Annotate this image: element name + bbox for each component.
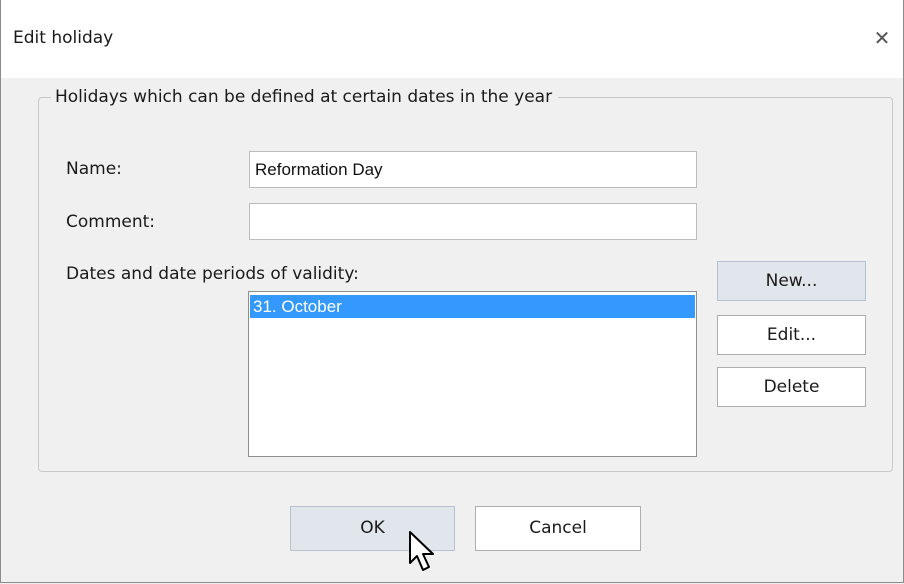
delete-button[interactable]: Delete	[717, 367, 866, 407]
comment-label: Comment:	[66, 212, 156, 232]
cancel-button[interactable]: Cancel	[475, 506, 641, 551]
groupbox-legend: Holidays which can be defined at certain…	[51, 87, 559, 107]
edit-button[interactable]: Edit...	[717, 315, 866, 355]
title-bar: Edit holiday ✕	[1, 0, 903, 78]
dialog-title: Edit holiday	[13, 28, 114, 48]
edit-holiday-dialog: Edit holiday ✕ Holidays which can be def…	[0, 0, 904, 583]
close-icon: ✕	[873, 26, 891, 50]
name-input[interactable]: Reformation Day	[249, 151, 697, 188]
mouse-pointer-icon	[409, 531, 434, 571]
list-item[interactable]: 31. October	[250, 295, 695, 318]
dates-label: Dates and date periods of validity:	[66, 264, 359, 284]
close-button[interactable]: ✕	[867, 24, 897, 54]
new-button[interactable]: New...	[717, 261, 866, 301]
name-label: Name:	[66, 159, 122, 179]
dates-listbox[interactable]: 31. October	[248, 291, 697, 457]
comment-input[interactable]	[249, 203, 697, 240]
